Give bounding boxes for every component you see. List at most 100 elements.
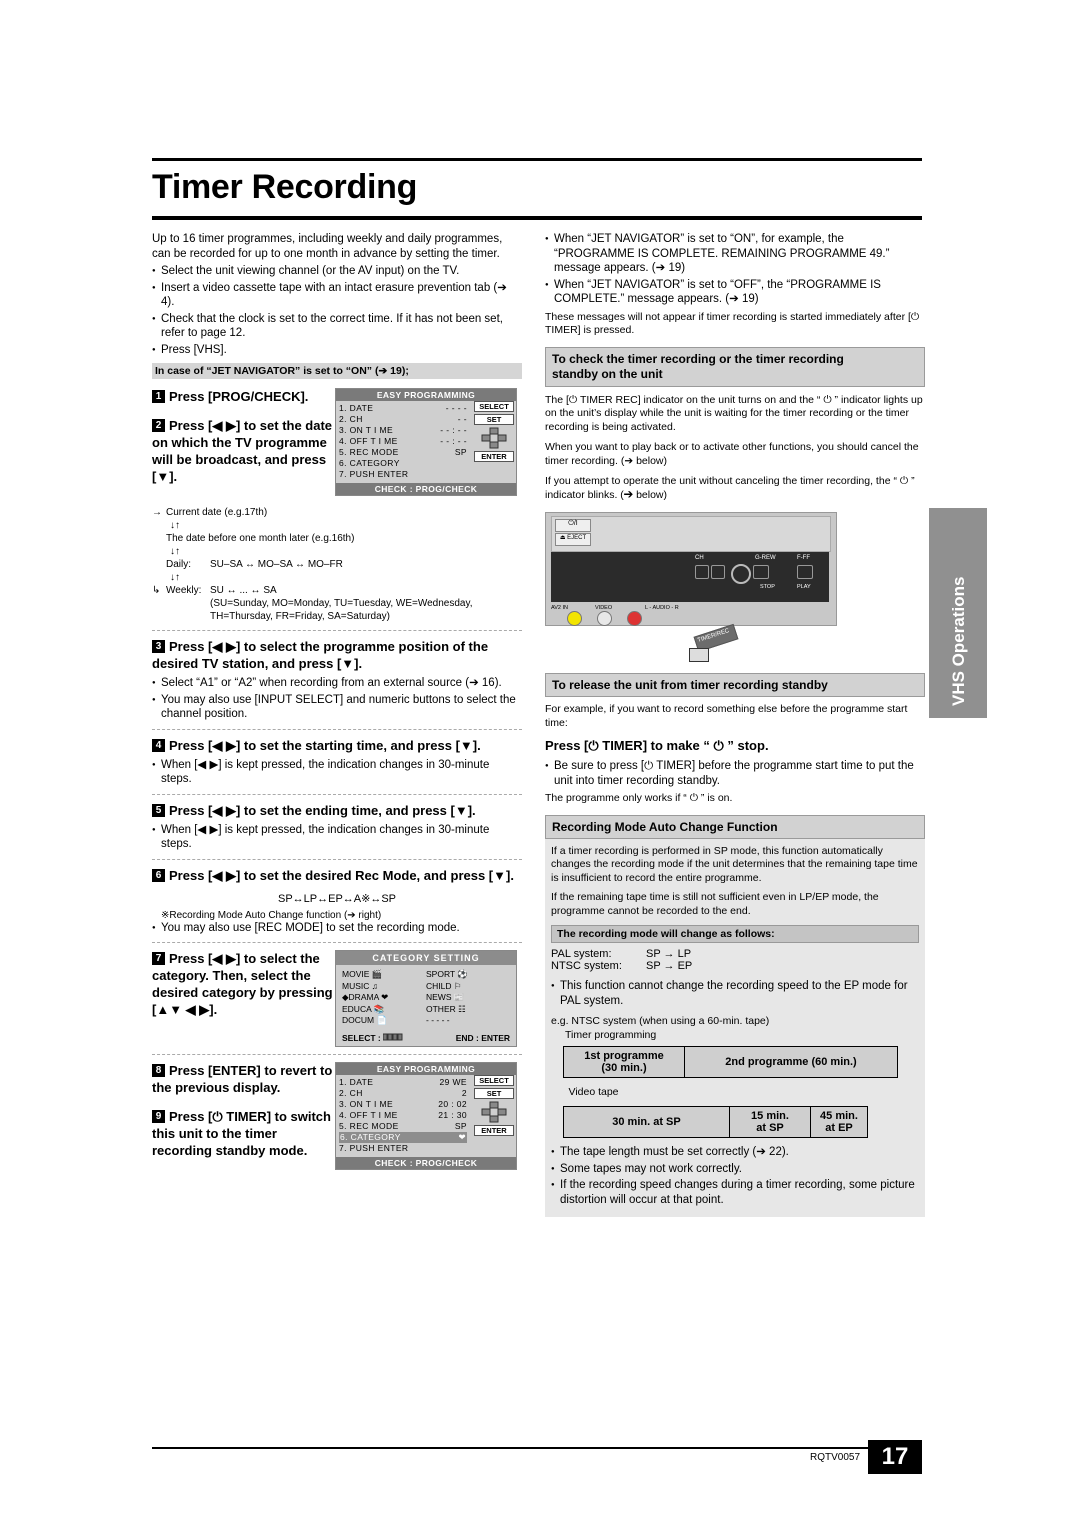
step-5-bullet-1: When [◀ ▶] is kept pressed, the indicati… bbox=[152, 823, 522, 852]
date-diagram: → Current date (e.g.17th) ↓↑ The date be… bbox=[152, 506, 522, 623]
drama-icon: ❤ bbox=[381, 992, 389, 1002]
release-paragraph: For example, if you want to record somet… bbox=[545, 703, 908, 729]
example-label: e.g. NTSC system (when using a 60-min. t… bbox=[551, 1015, 770, 1027]
tape-cell-15min: 15 min. at SP bbox=[729, 1106, 811, 1138]
jet-navigator-heading: In case of “JET NAVIGATOR” is set to “ON… bbox=[152, 363, 522, 379]
sport-icon: ⚽ bbox=[457, 969, 468, 979]
ch-down-button[interactable] bbox=[711, 565, 725, 579]
osd1-row-6-label: 7. PUSH ENTER bbox=[339, 469, 409, 479]
osd1-row-4-value: SP bbox=[454, 447, 467, 457]
osd2-row-0-value: 29 WE bbox=[439, 1076, 467, 1087]
music-icon: ♫ bbox=[371, 980, 379, 991]
osd2-set-button: SET bbox=[474, 1087, 514, 1099]
step-6-text: Press [◀ ▶] to set the desired Rec Mode,… bbox=[169, 867, 514, 883]
divider-5 bbox=[152, 942, 522, 943]
release-bullet-1: Be sure to press [⏻ TIMER] before the pr… bbox=[545, 759, 925, 788]
check-paragraph-3: If you attempt to operate the unit witho… bbox=[545, 475, 915, 501]
step-6-number: 6 bbox=[152, 868, 165, 882]
date-diagram-daily-value: SU–SA ↔ MO–SA ↔ MO–FR bbox=[210, 559, 343, 570]
right-column: When “JET NAVIGATOR” is set to “ON”, for… bbox=[545, 232, 925, 1217]
osd-category-setting: CATEGORY SETTING MOVIE 🎬 MUSIC ♫ ◆DRAMA … bbox=[335, 950, 517, 1047]
release-heading: To release the unit from timer recording… bbox=[552, 678, 828, 692]
date-diagram-line-2: The date before one month later (e.g.16t… bbox=[166, 533, 355, 544]
dpad-icon-small bbox=[382, 1033, 405, 1043]
videotape-label-cell: Video tape bbox=[568, 1086, 619, 1098]
auto-paragraph-2: If the remaining tape time is still not … bbox=[551, 891, 879, 917]
step-6: 6 Press [◀ ▶] to set the desired Rec Mode… bbox=[152, 867, 522, 884]
intro-bullet-2: Insert a video cassette tape with an int… bbox=[152, 281, 522, 310]
osd-easy-programming-filled: EASY PROGRAMMING SELECT SET ENTER 1. DAT… bbox=[335, 1061, 517, 1170]
play-label: PLAY bbox=[797, 584, 811, 590]
footer-rule bbox=[152, 1447, 922, 1449]
intro-bullet-4: Press [VHS]. bbox=[152, 343, 522, 358]
auto-bullet-1: This function cannot change the recordin… bbox=[551, 979, 919, 1008]
date-diagram-note-1: (SU=Sunday, MO=Monday, TU=Tuesday, WE=We… bbox=[210, 598, 473, 609]
prog2-cell: 2nd programme (60 min.) bbox=[684, 1046, 898, 1078]
osd2-row-1-label: 2. CH bbox=[339, 1087, 363, 1098]
osd2-row-2-value: 20 : 02 bbox=[438, 1098, 467, 1109]
tape-cell-45min: 45 min. at EP bbox=[810, 1106, 868, 1138]
auto-subheading: The recording mode will change as follow… bbox=[551, 925, 919, 943]
osd1-row-5-label: 6. CATEGORY bbox=[339, 458, 400, 468]
category-item-drama: ◆DRAMA ❤ bbox=[342, 992, 389, 1002]
category-header: CATEGORY SETTING bbox=[336, 951, 516, 965]
intro-line-2: can be recorded for up to one month in a… bbox=[152, 247, 500, 260]
ch-up-button[interactable] bbox=[695, 565, 709, 579]
page-title: Timer Recording bbox=[152, 168, 418, 206]
prog1-cell: 1st programme (30 min.) bbox=[563, 1046, 685, 1078]
pal-system-value: SP → LP bbox=[646, 948, 692, 960]
rewind-button[interactable] bbox=[753, 565, 769, 579]
power-button[interactable]: ⏻/I bbox=[555, 519, 591, 532]
release-press-instruction: Press [⏻ TIMER] to make “ ⏻ ” stop. bbox=[545, 738, 769, 753]
osd2-header: EASY PROGRAMMING bbox=[336, 1062, 516, 1075]
osd2-row-5-label: 6. CATEGORY bbox=[340, 1131, 401, 1142]
step-7-number: 7 bbox=[152, 952, 165, 965]
osd1-set-button: SET bbox=[474, 414, 514, 425]
step-8-text: Press [ENTER] to revert to the previous … bbox=[152, 1062, 333, 1095]
date-diagram-daily-label: Daily: bbox=[166, 559, 192, 570]
step-8-number: 8 bbox=[152, 1063, 165, 1077]
date-diagram-note-2: TH=Thursday, FR=Friday, SA=Saturday) bbox=[210, 611, 390, 622]
osd2-footer: CHECK : PROG/CHECK bbox=[336, 1156, 516, 1169]
step-2: 2 Press [◀ ▶] to set the date on which th… bbox=[152, 417, 335, 485]
category-item-news: NEWS 📰 bbox=[426, 992, 465, 1002]
osd2-row-1-value: 2 bbox=[461, 1087, 467, 1098]
category-item-sport: SPORT ⚽ bbox=[426, 969, 468, 979]
fast-forward-button[interactable] bbox=[797, 565, 813, 579]
news-icon: 📰 bbox=[453, 992, 465, 1002]
record-button[interactable] bbox=[731, 564, 751, 584]
ch-label: CH bbox=[695, 555, 704, 561]
eject-button[interactable]: ⏏ EJECT bbox=[555, 533, 591, 546]
osd2-row-6-label: 7. PUSH ENTER bbox=[339, 1142, 409, 1153]
step-2-number: 2 bbox=[152, 419, 165, 432]
osd2-row-2-label: 3. ON T I ME bbox=[339, 1098, 394, 1109]
step-4-bullet-1: When [◀ ▶] is kept pressed, the indicati… bbox=[152, 758, 522, 787]
page-number: 17 bbox=[868, 1440, 922, 1474]
osd1-footer: CHECK : PROG/CHECK bbox=[336, 483, 516, 495]
osd2-select-button: SELECT bbox=[474, 1074, 514, 1086]
category-item-child: CHILD ⚐ bbox=[426, 980, 462, 991]
osd1-row-4-label: 5. REC MODE bbox=[339, 447, 399, 457]
category-item-blank: - - - - - bbox=[426, 1015, 450, 1025]
other-icon: ☷ bbox=[458, 1003, 466, 1014]
date-diagram-weekly-value: SU ↔ ... ↔ SA bbox=[210, 585, 277, 596]
osd1-row-3-label: 4. OFF T I ME bbox=[339, 436, 398, 446]
osd2-row-3-label: 4. OFF T I ME bbox=[339, 1109, 398, 1120]
ff-label: F-FF bbox=[797, 555, 810, 561]
osd2-row-4-value: SP bbox=[454, 1120, 467, 1131]
category-end-label: END : ENTER bbox=[455, 1032, 510, 1043]
osd2-row-4-label: 5. REC MODE bbox=[339, 1120, 399, 1131]
intro-line-1: Up to 16 timer programmes, including wee… bbox=[152, 233, 503, 245]
audio-left-jack bbox=[597, 611, 612, 626]
footer-bullet-2: Some tapes may not work correctly. bbox=[551, 1162, 919, 1177]
step-4: 4 Press [◀ ▶] to set the starting time, a… bbox=[152, 737, 522, 754]
divider-1 bbox=[152, 630, 522, 631]
educa-icon: 📚 bbox=[373, 1003, 385, 1014]
release-paragraph-2: The programme only works if “ ⏻ ” is on. bbox=[545, 792, 733, 804]
step-3-bullet-1: Select “A1” or “A2” when recording from … bbox=[152, 676, 522, 691]
footer-document-code: RQTV0057 bbox=[810, 1452, 861, 1463]
divider-6 bbox=[152, 1053, 522, 1055]
osd1-row-3-value: - - : - - bbox=[440, 436, 467, 446]
ntsc-system-label: NTSC system: bbox=[551, 960, 622, 972]
category-item-music: MUSIC ♫ bbox=[342, 980, 379, 991]
